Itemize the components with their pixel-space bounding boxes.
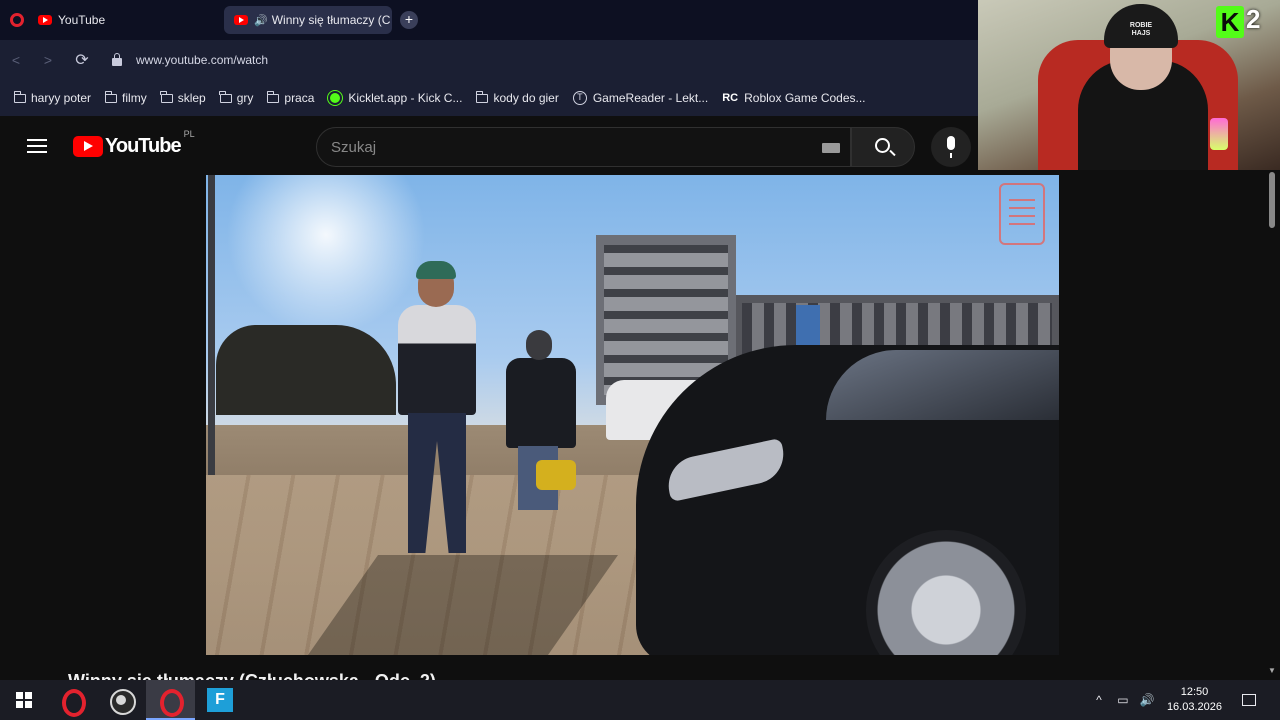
taskbar-clock[interactable]: 12:50 16.03.2026 (1167, 685, 1222, 715)
bookmark-label: GameReader - Lekt... (592, 91, 709, 105)
bookmark-label: sklep (177, 91, 206, 105)
bookmark-link[interactable]: RC Roblox Game Codes... (722, 91, 865, 105)
keyboard-icon[interactable] (822, 143, 840, 153)
opera-logo-icon[interactable] (10, 13, 24, 27)
youtube-header: YouTube PL (0, 116, 978, 176)
bookmark-folder[interactable]: praca (266, 90, 315, 105)
taskbar-opera-gx-icon[interactable] (48, 680, 97, 720)
menu-icon[interactable] (27, 139, 47, 153)
person-head-blurred (526, 330, 552, 360)
video-car-windshield (826, 350, 1059, 420)
search-button[interactable] (851, 127, 915, 167)
browser-tab-strip: YouTube 🔊 Winny się tłumaczy (C + (0, 0, 978, 40)
address-bar: < > ⟳ www.youtube.com/watch (0, 40, 978, 80)
url-field[interactable]: www.youtube.com/watch (136, 53, 268, 67)
bookmark-label: praca (284, 91, 315, 105)
bookmark-label: kody do gier (493, 91, 559, 105)
tab-title: Winny się tłumaczy (C (271, 13, 391, 27)
bookmark-link[interactable]: T GameReader - Lekt... (572, 91, 709, 105)
screen: YouTube 🔊 Winny się tłumaczy (C + < > ⟳ … (0, 0, 1280, 720)
watch-page: Winny się tłumaczy (Człuchowska - Odc. 2… (0, 170, 1280, 680)
page-scrollbar[interactable] (1266, 170, 1278, 680)
audio-playing-icon[interactable]: 🔊 (254, 14, 268, 27)
bookmark-label: Roblox Game Codes... (744, 91, 866, 105)
video-trees (216, 325, 396, 415)
person-hat (416, 261, 456, 279)
youtube-favicon-icon (234, 15, 248, 25)
bookmark-link[interactable]: Kicklet.app - Kick C... (328, 91, 462, 105)
network-icon[interactable]: ▭ (1111, 693, 1135, 707)
transcript-icon[interactable] (999, 183, 1045, 245)
search-box (316, 127, 851, 167)
folder-icon (219, 90, 232, 103)
person-legs (408, 413, 466, 553)
webcam-lamp (1210, 118, 1228, 150)
rc-icon: RC (722, 92, 739, 104)
person-coat (506, 358, 576, 448)
video-title: Winny się tłumaczy (Człuchowska - Odc. 2… (68, 668, 436, 680)
folder-icon (104, 90, 118, 103)
bookmark-folder[interactable]: filmy (104, 90, 147, 105)
webcam-overlay: ROBIE HAJS K 2 (978, 0, 1280, 170)
gamereader-icon: T (572, 91, 587, 105)
bookmark-label: filmy (122, 91, 147, 105)
bookmark-label: Kicklet.app - Kick C... (348, 91, 463, 105)
forward-button[interactable]: > (32, 52, 64, 68)
voice-search-button[interactable] (931, 127, 971, 167)
new-tab-button[interactable]: + (400, 11, 418, 29)
kick-logo-icon: K (1216, 6, 1244, 38)
youtube-play-icon (73, 135, 103, 157)
scrollbar-thumb[interactable] (1269, 172, 1275, 228)
taskbar-app-f-icon[interactable] (195, 680, 244, 720)
search-icon (875, 138, 890, 153)
youtube-favicon-icon (38, 15, 52, 25)
bookmark-label: gry (236, 91, 254, 105)
folder-icon (475, 90, 489, 103)
person-jacket (398, 305, 476, 415)
folder-icon (160, 90, 173, 103)
bookmark-folder[interactable]: gry (219, 90, 254, 105)
windows-start-icon[interactable] (0, 680, 48, 720)
reload-button[interactable]: ⟳ (66, 50, 98, 70)
video-person-front (386, 261, 486, 565)
tray-chevron-up-icon[interactable]: ^ (1087, 693, 1111, 707)
video-player[interactable] (206, 175, 1059, 655)
beanie-logo: ROBIE HAJS (1129, 22, 1153, 37)
scroll-down-arrow-icon[interactable]: ▼ (1268, 666, 1276, 675)
lock-icon[interactable] (112, 53, 122, 66)
notifications-icon[interactable] (1242, 694, 1256, 706)
kicklet-icon (328, 91, 343, 105)
folder-icon (266, 90, 280, 103)
bookmark-label: haryy poter (31, 91, 92, 105)
search-input[interactable] (331, 138, 801, 156)
youtube-logo[interactable]: YouTube PL (73, 129, 195, 158)
taskbar-opera-icon[interactable] (146, 680, 195, 720)
bookmark-folder[interactable]: haryy poter (13, 90, 92, 105)
back-button[interactable]: < (0, 52, 32, 68)
video-pole (208, 175, 215, 475)
clock-time: 12:50 (1180, 686, 1209, 698)
overlay-counter: 2 (1246, 4, 1261, 34)
bookmark-folder[interactable]: sklep (160, 90, 206, 105)
youtube-wordmark: YouTube (105, 134, 182, 157)
system-tray: ^ ▭ 🔊 12:50 16.03.2026 (1087, 680, 1280, 720)
tab-title: YouTube (58, 13, 106, 27)
windows-taskbar: ^ ▭ 🔊 12:50 16.03.2026 (0, 680, 1280, 720)
folder-icon (13, 90, 26, 103)
country-code: PL (183, 128, 195, 139)
bookmarks-bar: haryy poter filmy sklep gry praca Kickle… (0, 80, 978, 116)
clock-date: 16.03.2026 (1166, 701, 1222, 713)
volume-icon[interactable]: 🔊 (1135, 693, 1159, 707)
tab-video[interactable]: 🔊 Winny się tłumaczy (C (224, 6, 392, 34)
bookmark-folder[interactable]: kody do gier (475, 90, 559, 105)
video-bag (536, 460, 576, 490)
taskbar-obs-icon[interactable] (97, 680, 146, 720)
tab-youtube[interactable]: YouTube (28, 6, 188, 34)
